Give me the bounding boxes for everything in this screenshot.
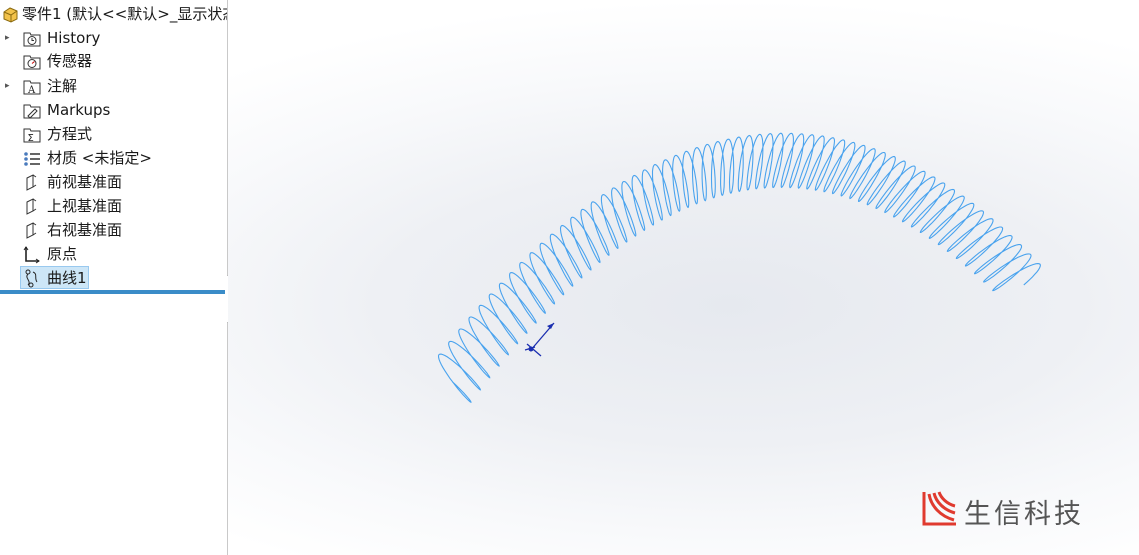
helix-curve[interactable] bbox=[437, 132, 1041, 403]
markups-icon bbox=[22, 101, 42, 120]
tree-item-label: 原点 bbox=[47, 245, 78, 263]
tree-root-label: 零件1 (默认<<默认>_显示状态 bbox=[22, 5, 227, 23]
helix-curve-drawing[interactable] bbox=[228, 0, 1139, 555]
graphics-viewport[interactable]: 生信科技 bbox=[228, 0, 1139, 555]
plane-icon bbox=[22, 197, 42, 216]
tree-item-label: 方程式 bbox=[47, 125, 93, 143]
tree-item-annotations[interactable]: ▸ A 注解 bbox=[0, 75, 227, 98]
tree-item-label: 曲线1 bbox=[47, 269, 87, 287]
origin-icon bbox=[22, 245, 42, 264]
feature-manager-tree: 零件1 (默认<<默认>_显示状态 ▸ History 传感器 ▸ A 注解 M… bbox=[0, 0, 228, 555]
tree-item-top-plane[interactable]: 上视基准面 bbox=[0, 195, 227, 218]
rollback-bar[interactable] bbox=[0, 290, 225, 294]
expand-arrow-icon[interactable]: ▸ bbox=[5, 75, 13, 98]
tree-item-label: 材质 <未指定> bbox=[47, 149, 152, 167]
plane-icon bbox=[22, 173, 42, 192]
brand-logo-text: 生信科技 bbox=[964, 499, 1084, 530]
brand-logo: 生信科技 bbox=[922, 488, 1102, 530]
tree-item-label: 上视基准面 bbox=[47, 197, 123, 215]
sensor-icon bbox=[22, 52, 42, 71]
tree-item-right-plane[interactable]: 右视基准面 bbox=[0, 219, 227, 242]
tree-item-front-plane[interactable]: 前视基准面 bbox=[0, 171, 227, 194]
tree-item-material[interactable]: 材质 <未指定> bbox=[0, 147, 227, 170]
brand-logo-icon bbox=[922, 491, 956, 526]
tree-item-markups[interactable]: Markups bbox=[0, 99, 227, 122]
equations-icon: Σ bbox=[22, 125, 42, 144]
tree-item-origin[interactable]: 原点 bbox=[0, 243, 227, 266]
tree-item-label: 前视基准面 bbox=[47, 173, 123, 191]
tree-item-label: History bbox=[47, 29, 101, 47]
material-icon bbox=[22, 149, 42, 168]
tree-item-sensors[interactable]: 传感器 bbox=[0, 50, 227, 73]
curve-icon bbox=[22, 269, 42, 288]
tree-item-label: Markups bbox=[47, 101, 111, 119]
svg-text:Σ: Σ bbox=[28, 133, 34, 144]
tree-root-part[interactable]: 零件1 (默认<<默认>_显示状态 bbox=[0, 3, 227, 26]
tree-item-history[interactable]: ▸ History bbox=[0, 27, 227, 50]
tree-item-curve1[interactable]: 曲线1 bbox=[0, 267, 227, 290]
history-folder-icon bbox=[22, 29, 42, 48]
expand-arrow-icon[interactable]: ▸ bbox=[5, 27, 13, 50]
tree-item-label: 右视基准面 bbox=[47, 221, 123, 239]
plane-icon bbox=[22, 221, 42, 240]
annotations-icon: A bbox=[22, 77, 42, 96]
tree-item-label: 传感器 bbox=[47, 52, 93, 70]
tree-item-label: 注解 bbox=[47, 77, 78, 95]
helix-curve-path[interactable] bbox=[437, 132, 1041, 403]
orientation-triad-icon bbox=[524, 322, 555, 357]
svg-text:A: A bbox=[27, 85, 36, 96]
tree-item-equations[interactable]: Σ 方程式 bbox=[0, 123, 227, 146]
part-icon bbox=[1, 5, 21, 24]
